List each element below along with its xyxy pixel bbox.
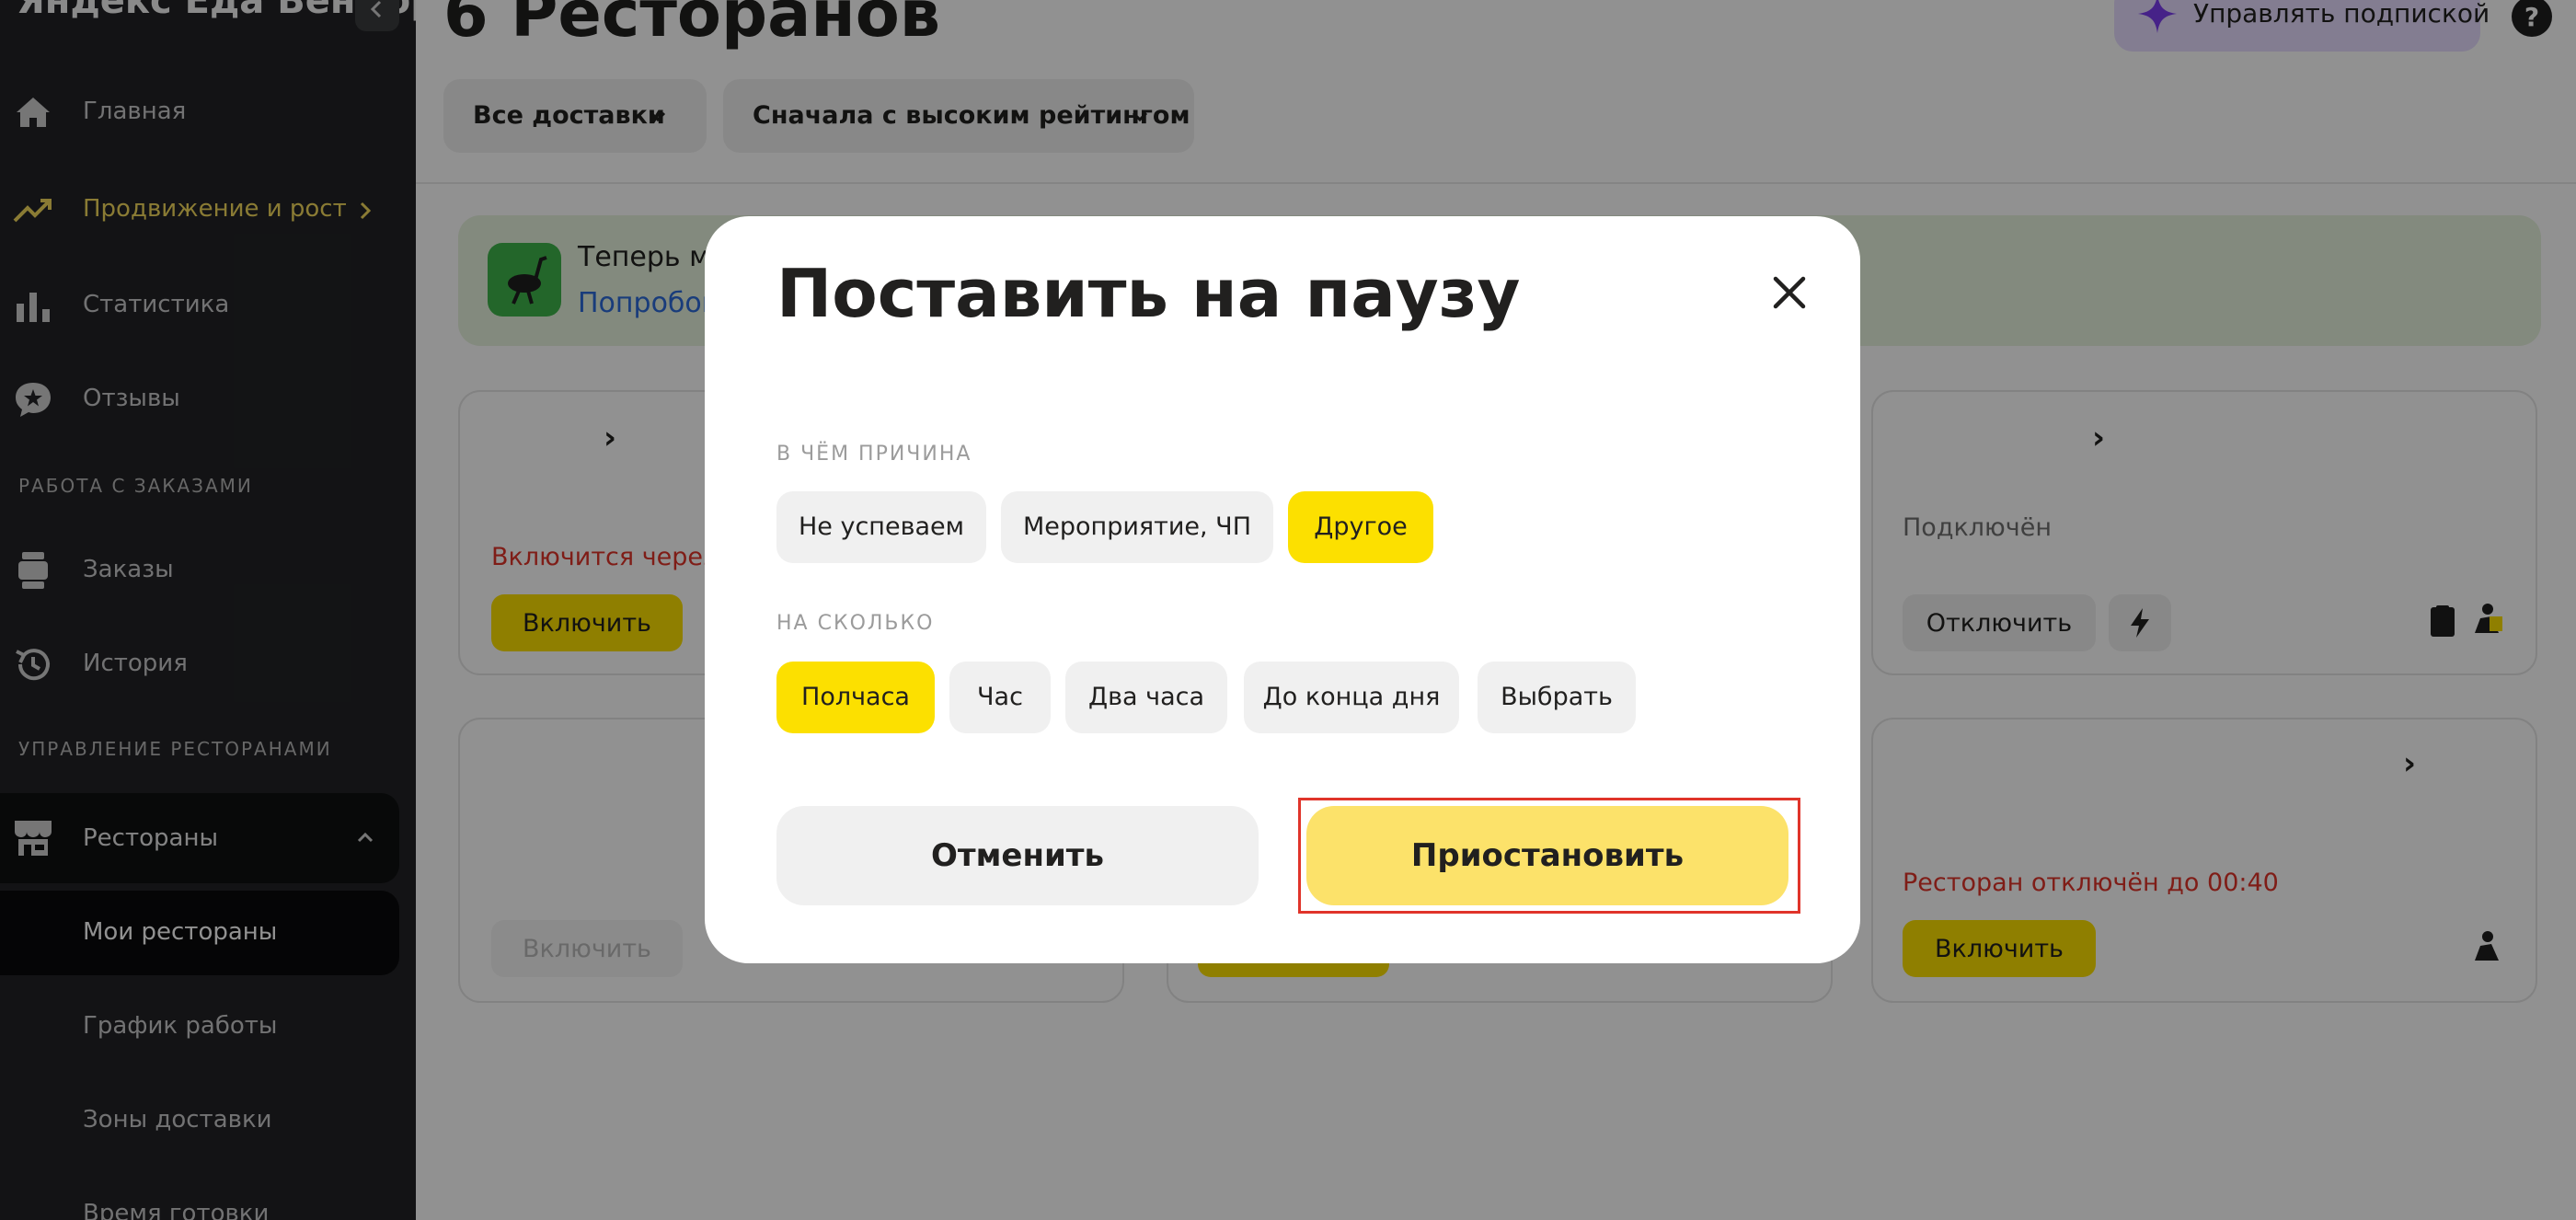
dialog-title: Поставить на паузу — [776, 255, 1521, 332]
duration-chip-two-hours[interactable]: Два часа — [1065, 662, 1227, 733]
chip-label: Другое — [1314, 512, 1408, 541]
chip-label: До конца дня — [1262, 683, 1441, 711]
duration-chip-half-hour[interactable]: Полчаса — [776, 662, 935, 733]
reason-label: В ЧЁМ ПРИЧИНА — [776, 443, 972, 466]
reason-chip-event-emergency[interactable]: Мероприятие, ЧП — [1001, 491, 1273, 563]
duration-chip-hour[interactable]: Час — [949, 662, 1051, 733]
focus-highlight-box — [1298, 798, 1800, 914]
close-icon[interactable] — [1766, 270, 1812, 316]
duration-chip-end-of-day[interactable]: До конца дня — [1244, 662, 1459, 733]
reason-chip-not-keeping-up[interactable]: Не успеваем — [776, 491, 986, 563]
chip-label: Час — [977, 683, 1023, 711]
chip-label: Два часа — [1087, 683, 1205, 711]
chip-label: Не успеваем — [798, 512, 965, 541]
reason-chip-other[interactable]: Другое — [1288, 491, 1433, 563]
chip-label: Полчаса — [801, 683, 910, 711]
duration-label: НА СКОЛЬКО — [776, 612, 935, 635]
cancel-button[interactable]: Отменить — [776, 806, 1259, 905]
cancel-button-label: Отменить — [931, 837, 1104, 874]
chip-label: Выбрать — [1501, 683, 1613, 711]
duration-chip-custom[interactable]: Выбрать — [1478, 662, 1636, 733]
chip-label: Мероприятие, ЧП — [1022, 512, 1251, 541]
